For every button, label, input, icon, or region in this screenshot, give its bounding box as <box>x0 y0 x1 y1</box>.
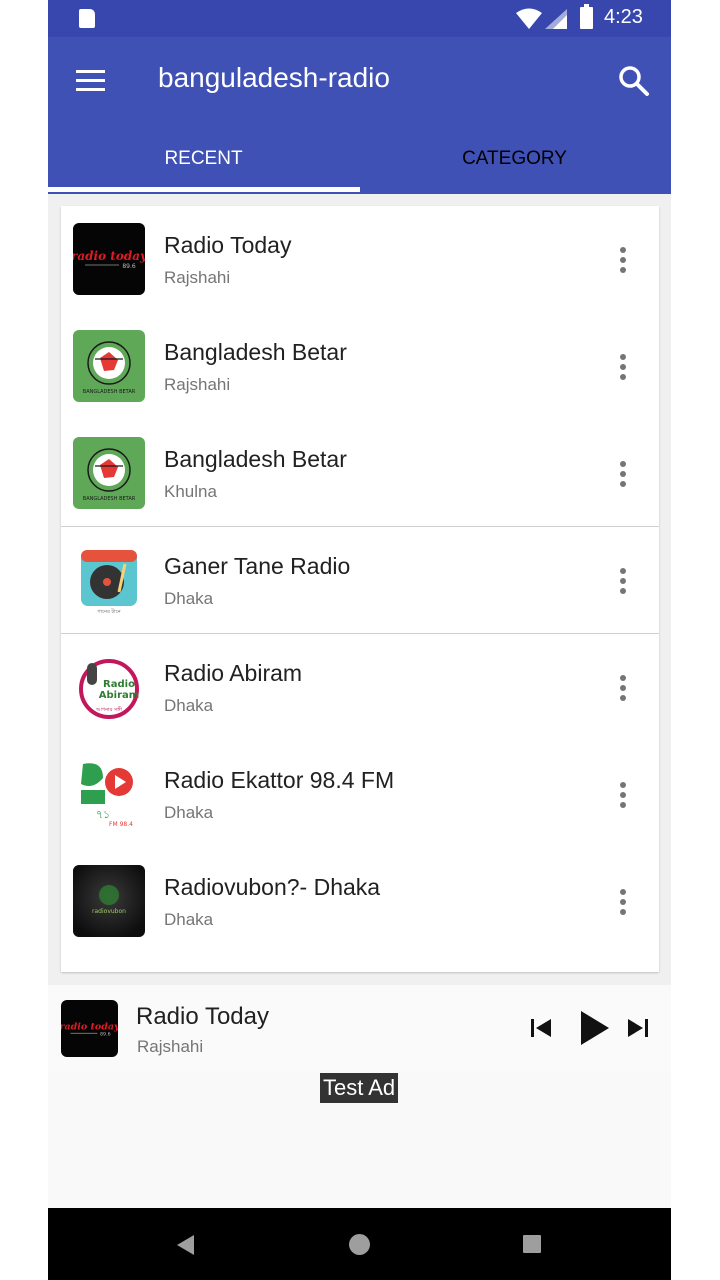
station-location: Dhaka <box>164 803 214 822</box>
svg-text:FM 98.4: FM 98.4 <box>109 821 133 828</box>
svg-text:89.6: 89.6 <box>100 1032 111 1038</box>
station-location: Dhaka <box>164 910 214 929</box>
app-title: banguladesh-radio <box>158 62 390 93</box>
station-name: Radio Today <box>164 232 292 258</box>
app-bar: banguladesh-radio RECENT CATEGORY <box>48 37 671 194</box>
more-options-icon[interactable] <box>609 672 637 704</box>
svg-text:গানের টানে: গানের টানে <box>97 608 121 615</box>
home-icon[interactable] <box>349 1234 370 1255</box>
station-location: Khulna <box>164 482 217 501</box>
station-name: Radio Ekattor 98.4 FM <box>164 767 395 793</box>
station-name: Bangladesh Betar <box>164 339 347 365</box>
more-options-icon[interactable] <box>609 779 637 811</box>
back-icon[interactable] <box>176 1234 196 1256</box>
wifi-icon <box>516 8 542 29</box>
radiovubon-logo: radiovubon <box>73 865 145 937</box>
svg-text:89.6: 89.6 <box>122 263 136 270</box>
more-options-icon[interactable] <box>609 886 637 918</box>
more-options-icon[interactable] <box>609 351 637 383</box>
station-row[interactable] <box>61 955 659 972</box>
station-row[interactable]: radio today 89.6 Radio Today Rajshahi <box>61 206 659 313</box>
tab-category[interactable]: CATEGORY <box>359 137 670 194</box>
station-name: Radio Abiram <box>164 660 303 686</box>
ad-label: Test Ad <box>320 1073 399 1103</box>
svg-text:আপনার সঙ্গী: আপনার সঙ্গী <box>95 706 123 713</box>
station-location: Dhaka <box>164 589 214 608</box>
player-title: Radio Today <box>136 1003 269 1030</box>
recents-icon[interactable] <box>523 1235 541 1253</box>
signal-icon <box>545 9 567 29</box>
station-list[interactable]: radio today 89.6 Radio Today Rajshahi BAN… <box>61 206 659 972</box>
play-icon[interactable] <box>575 1009 611 1047</box>
station-location: Dhaka <box>164 696 214 715</box>
tab-indicator <box>48 187 360 192</box>
radio-abiram-logo: Radio Abiram আপনার সঙ্গী <box>73 651 145 723</box>
station-row[interactable]: radiovubon Radiovubon?- Dhaka Dhaka <box>61 848 659 955</box>
svg-text:radio today: radio today <box>73 249 145 263</box>
station-row[interactable]: ৭১ FM 98.4 Radio Ekattor 98.4 FM Dhaka <box>61 741 659 848</box>
system-nav-bar <box>48 1208 671 1280</box>
svg-text:BANGLADESH BETAR: BANGLADESH BETAR <box>83 496 136 502</box>
svg-text:BANGLADESH BETAR: BANGLADESH BETAR <box>83 389 136 395</box>
bangladesh-betar-logo: BANGLADESH BETAR <box>73 437 145 509</box>
tab-recent[interactable]: RECENT <box>48 137 359 194</box>
radio-today-logo: radio today 89.6 <box>73 223 145 295</box>
station-row[interactable]: BANGLADESH BETAR Bangladesh Betar Rajsha… <box>61 313 659 420</box>
skip-previous-icon[interactable] <box>529 1015 553 1041</box>
more-options-icon[interactable] <box>609 565 637 597</box>
station-name: Bangladesh Betar <box>164 446 347 472</box>
station-name: Radiovubon?- Dhaka <box>164 874 381 900</box>
player-subtitle: Rajshahi <box>137 1037 204 1056</box>
sd-card-icon <box>79 9 95 28</box>
station-name: Ganer Tane Radio <box>164 553 351 579</box>
ad-banner[interactable]: Test Ad <box>48 1072 671 1208</box>
bangladesh-betar-logo: BANGLADESH BETAR <box>73 330 145 402</box>
station-row[interactable]: Radio Abiram আপনার সঙ্গী Radio Abiram Dhak… <box>61 634 659 741</box>
skip-next-icon[interactable] <box>626 1015 650 1041</box>
menu-icon[interactable] <box>70 61 110 101</box>
station-location: Rajshahi <box>164 375 231 394</box>
radio-ekattor-logo: ৭১ FM 98.4 <box>73 758 145 830</box>
svg-text:radiovubon: radiovubon <box>92 908 126 915</box>
more-options-icon[interactable] <box>609 458 637 490</box>
svg-text:Abiram: Abiram <box>99 690 139 701</box>
status-bar: 4:23 <box>48 0 671 37</box>
station-row[interactable]: গানের টানে Ganer Tane Radio Dhaka <box>61 527 659 634</box>
radio-today-logo: radio today 89.6 <box>61 1000 118 1057</box>
app-screen: 4:23 banguladesh-radio RECENT CATEGORY r… <box>48 0 671 1280</box>
search-icon[interactable] <box>614 61 654 101</box>
more-options-icon[interactable] <box>609 244 637 276</box>
station-location: Rajshahi <box>164 268 231 287</box>
battery-icon <box>580 4 593 29</box>
turntable-logo: গানের টানে <box>73 544 145 616</box>
mini-player[interactable]: radio today 89.6 Radio Today Rajshahi <box>48 985 671 1072</box>
svg-text:৭১: ৭১ <box>96 808 110 821</box>
svg-text:radio today: radio today <box>61 1021 118 1032</box>
station-row[interactable]: BANGLADESH BETAR Bangladesh Betar Khulna <box>61 420 659 527</box>
status-time: 4:23 <box>604 6 643 28</box>
svg-text:Radio: Radio <box>103 679 135 690</box>
